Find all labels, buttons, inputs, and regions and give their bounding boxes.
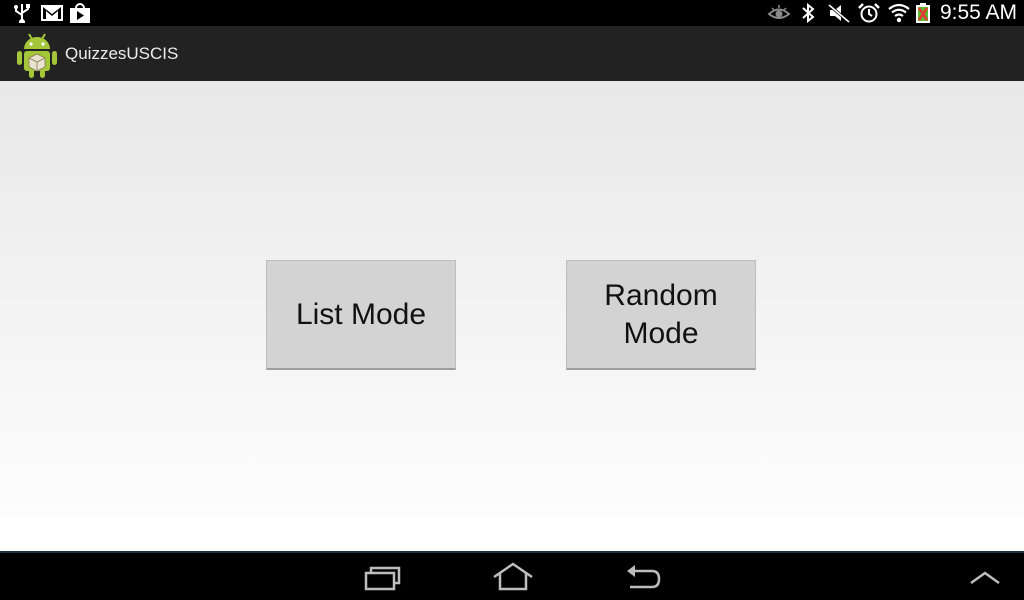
menu-up-icon[interactable]: [968, 561, 1002, 593]
android-icon[interactable]: [15, 29, 59, 79]
gmail-icon: [41, 5, 63, 21]
random-mode-label: Random Mode: [604, 278, 718, 350]
alarm-icon: [858, 3, 880, 23]
usb-icon: [14, 4, 30, 23]
wifi-icon: [888, 3, 910, 23]
list-mode-button[interactable]: List Mode: [266, 260, 456, 370]
back-icon[interactable]: [624, 561, 662, 593]
home-icon[interactable]: [492, 561, 534, 593]
mute-icon: [828, 3, 850, 23]
random-mode-button[interactable]: Random Mode: [566, 260, 756, 370]
action-bar: QuizzesUSCIS: [0, 26, 1024, 81]
navigation-bar: [0, 553, 1024, 600]
status-bar: 9:55 AM: [0, 0, 1024, 26]
eye-icon: [767, 5, 791, 19]
recent-apps-icon[interactable]: [362, 561, 402, 593]
main-content: List Mode Random Mode: [0, 81, 1024, 552]
app-title: QuizzesUSCIS: [65, 44, 179, 63]
play-store-icon: [70, 3, 90, 23]
status-time: 9:55 AM: [939, 1, 1017, 24]
bluetooth-icon: [802, 3, 815, 23]
list-mode-label: List Mode: [295, 297, 427, 331]
battery-icon: [916, 3, 930, 23]
